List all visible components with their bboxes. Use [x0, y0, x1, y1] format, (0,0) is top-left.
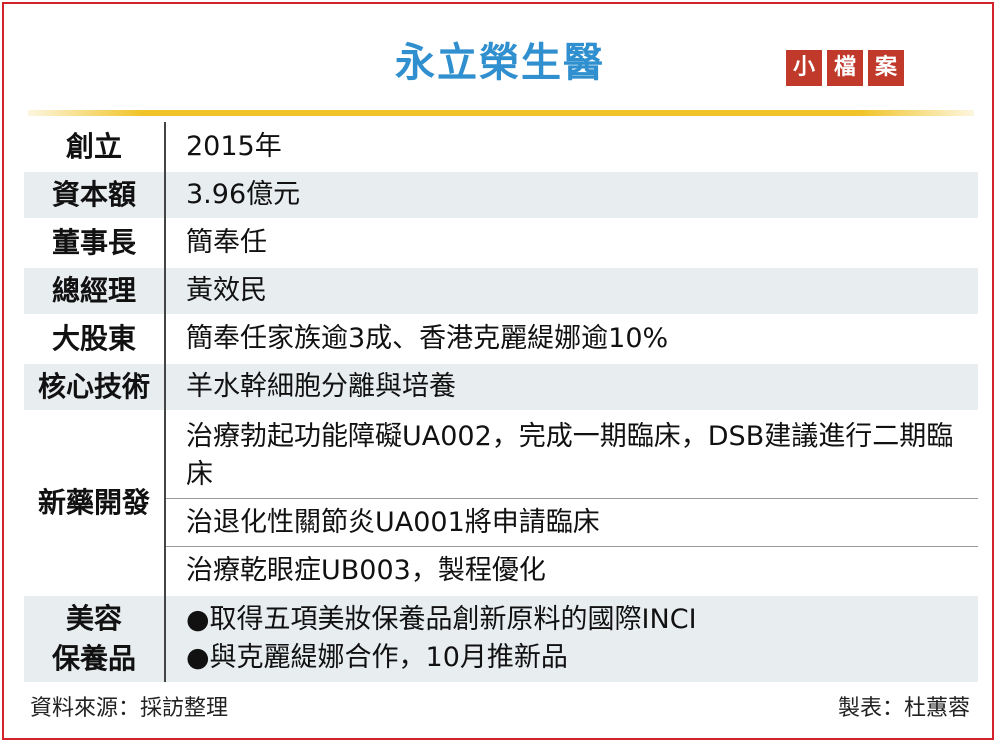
- divider: [166, 498, 978, 499]
- row-founded: 創立 2015年: [24, 124, 978, 170]
- label-general-manager: 總經理: [51, 274, 136, 307]
- new-drug-item-text: 治療勃起功能障礙UA002，完成一期臨床，DSB建議進行二期臨床: [186, 421, 954, 490]
- value-founded: 2015年: [186, 131, 282, 162]
- gold-divider: [28, 110, 974, 116]
- column-divider: [164, 122, 166, 682]
- label-beauty-products: 美容 保養品: [24, 596, 164, 682]
- value-capital: 3.96億元: [186, 179, 301, 210]
- row-core-tech: 核心技術 羊水幹細胞分離與培養: [24, 364, 978, 410]
- beauty-bullet-item: ●與克麗緹娜合作，10月推新品: [186, 642, 568, 673]
- new-drug-item-text: 治療乾眼症UB003，製程優化: [186, 555, 546, 586]
- source-note: 資料來源：採訪整理: [30, 696, 229, 721]
- label-chairman: 董事長: [51, 226, 136, 259]
- divider: [166, 546, 978, 547]
- new-drug-item: 治療乾眼症UB003，製程優化: [166, 548, 978, 594]
- row-beauty-products: 美容 保養品 ●取得五項美妝保養品創新原料的國際INCI ●與克麗緹娜合作，10…: [24, 596, 978, 682]
- label-beauty-line1: 美容: [65, 602, 122, 635]
- label-beauty-line2: 保養品: [51, 642, 136, 675]
- value-general-manager: 黃效民: [186, 275, 267, 306]
- maker-note: 製表：杜蕙蓉: [837, 696, 970, 721]
- label-new-drug: 新藥開發: [37, 486, 150, 519]
- label-founded: 創立: [65, 130, 122, 163]
- row-capital: 資本額 3.96億元: [24, 172, 978, 218]
- value-core-tech: 羊水幹細胞分離與培養: [186, 371, 456, 402]
- new-drug-item: 治療勃起功能障礙UA002，完成一期臨床，DSB建議進行二期臨床: [166, 414, 978, 498]
- new-drug-item-text: 治退化性關節炎UA001將申請臨床: [186, 507, 600, 538]
- tag-char-1: 小: [786, 50, 822, 86]
- label-shareholder: 大股東: [51, 322, 136, 355]
- value-shareholder: 簡奉任家族逾3成、香港克麗緹娜逾10%: [186, 323, 669, 354]
- value-beauty-products: ●取得五項美妝保養品創新原料的國際INCI ●與克麗緹娜合作，10月推新品: [164, 596, 978, 682]
- tag-char-3: 案: [868, 50, 904, 86]
- row-chairman: 董事長 簡奉任: [24, 220, 978, 266]
- value-chairman: 簡奉任: [186, 227, 267, 258]
- beauty-bullet-item: ●取得五項美妝保養品創新原料的國際INCI: [186, 604, 697, 635]
- label-core-tech: 核心技術: [37, 370, 150, 403]
- small-file-tag: 小 檔 案: [786, 50, 904, 86]
- row-general-manager: 總經理 黃效民: [24, 268, 978, 314]
- new-drug-item: 治退化性關節炎UA001將申請臨床: [166, 500, 978, 546]
- tag-char-2: 檔: [827, 50, 863, 86]
- row-shareholder: 大股東 簡奉任家族逾3成、香港克麗緹娜逾10%: [24, 316, 978, 362]
- label-capital: 資本額: [51, 178, 136, 211]
